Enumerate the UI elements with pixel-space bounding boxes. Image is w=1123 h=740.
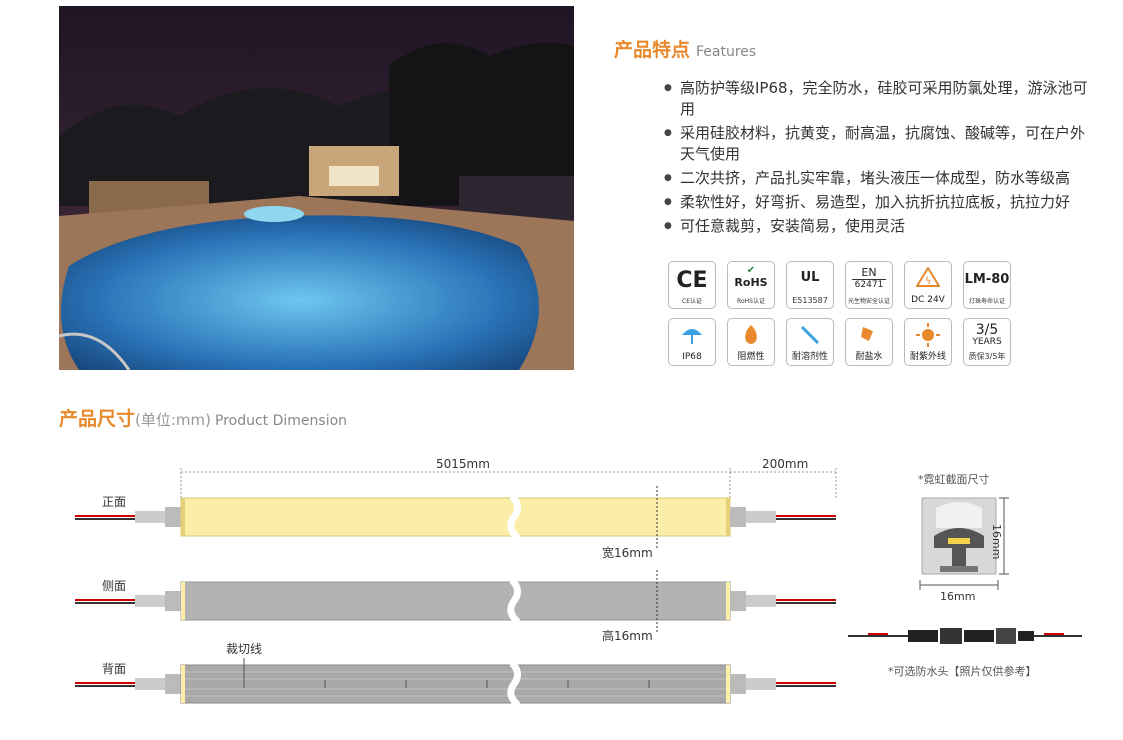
lead-length-label: 200mm bbox=[762, 457, 809, 471]
cross-section-title: *霓虹截面尺寸 bbox=[918, 473, 990, 486]
waterproof-connector bbox=[848, 628, 1082, 644]
en-cert-icon: EN 62471 光生物安全认证 bbox=[845, 261, 893, 309]
dc-voltage-icon: ϟ DC 24V bbox=[904, 261, 952, 309]
cut-line-label: 裁切线 bbox=[226, 642, 263, 656]
sun-icon bbox=[916, 323, 940, 347]
section-height-label: 16mm bbox=[990, 524, 1003, 560]
feature-item: 可任意裁剪，安装简易，使用灵活 bbox=[664, 216, 1094, 237]
warranty-icon: 3/5 YEARS 质保3/5年 bbox=[963, 318, 1011, 366]
features-list: 高防护等级IP68，完全防水，硅胶可采用防氯处理，游泳池可用 采用硅胶材料，抗黄… bbox=[664, 78, 1094, 240]
neon-cross-section bbox=[921, 497, 997, 575]
feature-item: 高防护等级IP68，完全防水，硅胶可采用防氯处理，游泳池可用 bbox=[664, 78, 1094, 120]
flame-icon bbox=[745, 325, 757, 344]
ce-cert-icon: CE CE认证 bbox=[668, 261, 716, 309]
length-label: 5015mm bbox=[436, 457, 490, 471]
uv-resistant-icon: 耐紫外线 bbox=[904, 318, 952, 366]
svg-text:ϟ: ϟ bbox=[925, 276, 932, 287]
width-label: 宽16mm bbox=[602, 546, 653, 560]
warning-icon: ϟ bbox=[915, 266, 941, 287]
features-title: 产品特点 Features bbox=[614, 39, 757, 61]
features-title-en: Features bbox=[696, 44, 757, 60]
back-view-strip bbox=[75, 658, 836, 708]
dimension-title-en: Product Dimension bbox=[215, 413, 348, 429]
lm80-cert-icon: LM-80 灯珠寿命认证 bbox=[963, 261, 1011, 309]
dimension-unit: (单位:mm) bbox=[135, 411, 211, 429]
front-view-label: 正面 bbox=[102, 495, 127, 509]
flame-retardant-icon: 阻燃性 bbox=[727, 318, 775, 366]
feature-item: 采用硅胶材料，抗黄变，耐高温，抗腐蚀、酸碱等，可在户外天气使用 bbox=[664, 123, 1094, 165]
dimension-title: 产品尺寸(单位:mm) Product Dimension bbox=[59, 408, 348, 430]
rohs-cert-icon: ✔ RoHS RoHS认证 bbox=[727, 261, 775, 309]
ip68-icon: IP68 bbox=[668, 318, 716, 366]
salt-shaker-icon bbox=[861, 327, 873, 341]
section-width-label: 16mm bbox=[940, 590, 976, 603]
front-view-strip bbox=[75, 486, 836, 550]
umbrella-icon bbox=[682, 329, 702, 344]
feature-item: 二次共挤，产品扎实牢靠，堵头液压一体成型，防水等级高 bbox=[664, 168, 1094, 189]
product-photo-pool-night bbox=[59, 6, 574, 370]
tube-icon bbox=[800, 325, 820, 345]
side-view-strip bbox=[75, 570, 836, 632]
salt-water-icon: 耐盐水 bbox=[845, 318, 893, 366]
height-label: 高16mm bbox=[602, 629, 653, 643]
ul-cert-icon: UL E513587 bbox=[786, 261, 834, 309]
connector-note: *可选防水头【照片仅供参考】 bbox=[888, 665, 1037, 678]
side-view-label: 侧面 bbox=[102, 579, 127, 593]
back-view-label: 背面 bbox=[102, 662, 127, 676]
solvent-resistant-icon: 耐溶剂性 bbox=[786, 318, 834, 366]
feature-item: 柔软性好，好弯折、易造型，加入抗折抗拉底板，抗拉力好 bbox=[664, 192, 1094, 213]
